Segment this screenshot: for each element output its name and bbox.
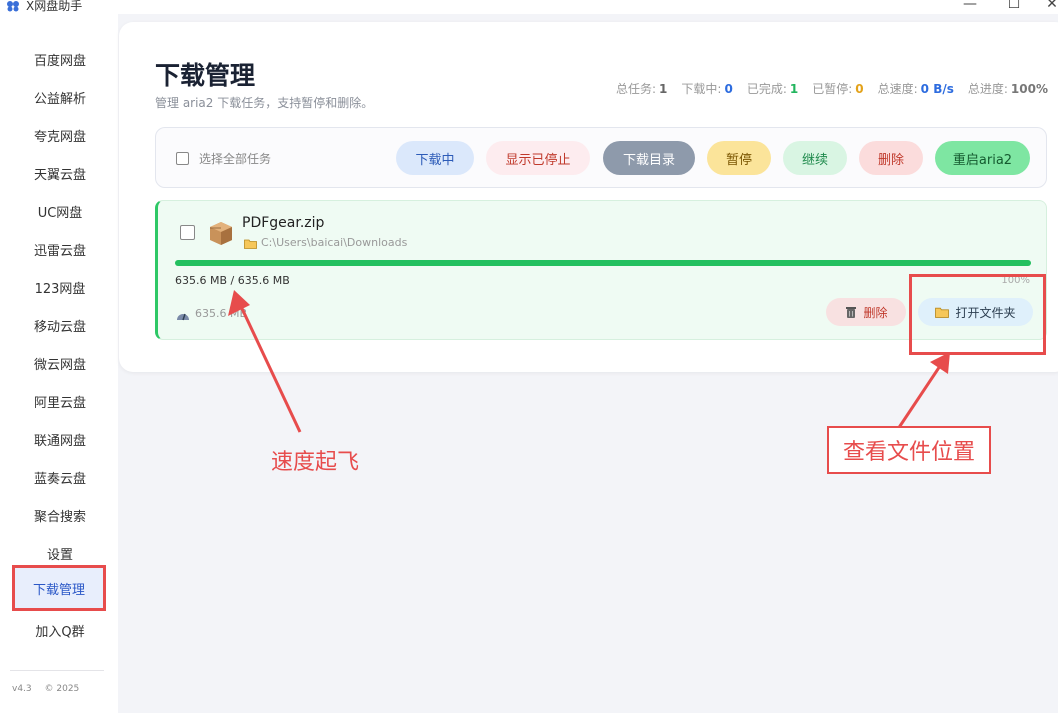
stats-bar: 总任务: 1 下载中: 0 已完成: 1 已暂停: 0 总速度: 0 B/s 总进度: 10… [616, 80, 1048, 97]
show-stopped-button[interactable]: 显示已停止 [486, 141, 590, 175]
task-delete-label: 删除 [863, 305, 888, 320]
annotation-highlight-box [909, 274, 1046, 355]
app-title: X网盘助手 [26, 0, 83, 13]
file-path: C:\Users\baicai\Downloads [261, 236, 408, 249]
sidebar-item-baidu[interactable]: 百度网盘 [14, 40, 106, 78]
file-name: PDFgear.zip [242, 215, 325, 231]
progress-fill [175, 260, 1031, 266]
page-subtitle: 管理 aria2 下载任务，支持暂停和删除。 [155, 96, 374, 110]
size-text: 635.6 MB / 635.6 MB [175, 274, 290, 287]
stat-total: 总任务: 1 [616, 82, 668, 96]
sidebar-item-public-parse[interactable]: 公益解析 [14, 78, 106, 116]
task-delete-button[interactable]: 删除 [826, 298, 906, 326]
restart-aria2-button[interactable]: 重启aria2 [935, 141, 1030, 175]
sidebar-item-mobile[interactable]: 移动云盘 [14, 306, 106, 344]
progress-bar [175, 260, 1031, 266]
speed-icon [177, 313, 189, 321]
stat-completed: 已完成: 1 [746, 82, 799, 96]
sidebar-item-search[interactable]: 聚合搜索 [14, 496, 106, 534]
sidebar-item-aliyun[interactable]: 阿里云盘 [14, 382, 106, 420]
sidebar-item-tianyi[interactable]: 天翼云盘 [14, 154, 106, 192]
sidebar-divider [10, 670, 104, 671]
sidebar-item-123[interactable]: 123网盘 [14, 268, 106, 306]
stat-progress: 总进度: 100% [967, 82, 1048, 96]
minimize-button[interactable]: — [960, 0, 980, 12]
stat-paused: 已暂停: 0 [812, 82, 864, 96]
sidebar-item-xunlei[interactable]: 迅雷云盘 [14, 230, 106, 268]
version-label: v4.3 [12, 684, 32, 694]
sidebar-item-lanzou[interactable]: 蓝奏云盘 [14, 458, 106, 496]
maximize-button[interactable]: ☐ [1004, 0, 1024, 12]
annotation-location-text: 查看文件位置 [827, 426, 991, 474]
sidebar-item-quark[interactable]: 夸克网盘 [14, 116, 106, 154]
stat-downloading: 下载中: 0 [681, 82, 733, 96]
close-button[interactable]: ✕ [1042, 0, 1058, 12]
title-bar: X网盘助手 — ☐ ✕ [0, 0, 1058, 14]
folder-icon [244, 239, 257, 249]
resume-button[interactable]: 继续 [783, 141, 847, 175]
stat-speed: 总速度: 0 B/s [877, 82, 954, 96]
filter-downloading-button[interactable]: 下载中 [396, 141, 474, 175]
speed-text: 635.6 MB [195, 307, 248, 320]
select-all-label: 选择全部任务 [199, 152, 272, 166]
trash-icon [846, 307, 857, 318]
pause-button[interactable]: 暂停 [707, 141, 771, 175]
copyright-label: © 2025 [44, 684, 80, 694]
package-icon [210, 222, 232, 245]
sidebar-item-unicom[interactable]: 联通网盘 [14, 420, 106, 458]
sidebar-item-uc[interactable]: UC网盘 [14, 192, 106, 230]
select-all-control[interactable]: 选择全部任务 [176, 150, 271, 167]
app-logo-icon [7, 1, 19, 12]
sidebar: 百度网盘 公益解析 夸克网盘 天翼云盘 UC网盘 迅雷云盘 123网盘 移动云盘… [0, 14, 118, 713]
sidebar-footer: v4.3 © 2025 [12, 684, 89, 694]
sidebar-item-join-group[interactable]: 加入Q群 [14, 611, 106, 649]
download-dir-button[interactable]: 下载目录 [603, 141, 695, 175]
page-title: 下载管理 [155, 61, 256, 90]
select-all-checkbox[interactable] [176, 152, 189, 165]
sidebar-item-weiyun[interactable]: 微云网盘 [14, 344, 106, 382]
annotation-speed-text: 速度起飞 [271, 450, 360, 475]
delete-button[interactable]: 删除 [859, 141, 923, 175]
toolbar: 选择全部任务 下载中 显示已停止 下载目录 暂停 继续 删除 重启aria2 [155, 127, 1047, 188]
sidebar-item-download-manager[interactable]: 下载管理 [12, 565, 106, 611]
task-checkbox[interactable] [180, 225, 195, 240]
